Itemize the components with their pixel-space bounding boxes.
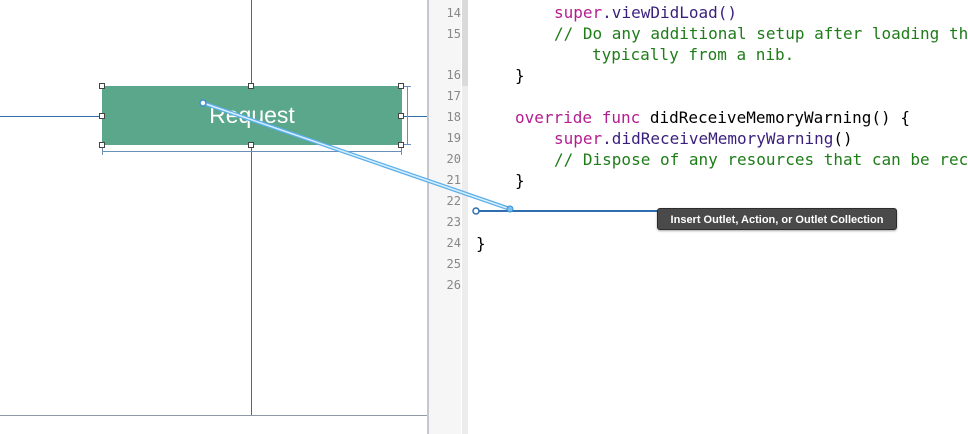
line-number: 19 (446, 131, 461, 145)
resize-handle-top-left[interactable] (99, 83, 105, 89)
resize-handle-top[interactable] (248, 83, 254, 89)
method-call: .didReceiveMemoryWarning (602, 129, 834, 148)
code-line-14: super.viewDidLoad() (554, 3, 737, 22)
function-signature: didReceiveMemoryWarning() { (640, 108, 910, 127)
line-number: 25 (446, 257, 461, 271)
code-line-19: super.didReceiveMemoryWarning() (554, 129, 853, 148)
line-number: 17 (446, 89, 461, 103)
line-number: 23 (446, 215, 461, 229)
line-number: 22 (446, 194, 461, 208)
call-parens: () (833, 129, 853, 148)
height-dimension-tick-bottom (404, 144, 411, 145)
view-bottom-edge (0, 415, 428, 416)
interface-builder-canvas[interactable]: Request (0, 0, 428, 434)
line-number: 21 (446, 173, 461, 187)
code-line-24: } (476, 234, 486, 253)
height-dimension-tick-top (404, 86, 411, 87)
width-dimension-tick-left (102, 148, 103, 155)
resize-handle-bottom[interactable] (248, 142, 254, 148)
line-number: 15 (446, 27, 461, 41)
width-dimension-tick-right (401, 148, 402, 155)
line-number: 24 (446, 236, 461, 250)
line-number: 18 (446, 110, 461, 124)
line-number-gutter: 14 15 16 17 18 19 20 21 22 23 24 25 26 (429, 0, 461, 434)
code-line-15: // Do any additional setup after loading… (554, 24, 968, 43)
code-folding-ribbon-active (462, 0, 468, 86)
keyword-super: super (554, 129, 603, 148)
request-button[interactable]: Request (102, 86, 402, 145)
resize-handle-left[interactable] (99, 113, 105, 119)
keyword-super: super (554, 3, 603, 22)
keyword-override-func: override func (515, 108, 641, 127)
width-dimension-line (102, 151, 402, 152)
code-line-21: } (515, 171, 525, 190)
code-line-18: override func didReceiveMemoryWarning() … (515, 108, 910, 127)
code-line-16: } (515, 66, 525, 85)
code-line-15-wrap: typically from a nib. (592, 45, 795, 64)
insert-outlet-tooltip: Insert Outlet, Action, or Outlet Collect… (657, 208, 897, 230)
resize-handle-right[interactable] (398, 113, 404, 119)
line-number: 20 (446, 152, 461, 166)
method-call: .viewDidLoad() (602, 3, 738, 22)
line-number: 16 (446, 68, 461, 82)
line-number: 14 (446, 6, 461, 20)
line-number: 26 (446, 278, 461, 292)
vertical-center-guide (251, 0, 252, 416)
height-dimension-line (407, 86, 408, 145)
code-line-20: // Dispose of any resources that can be … (554, 150, 968, 169)
